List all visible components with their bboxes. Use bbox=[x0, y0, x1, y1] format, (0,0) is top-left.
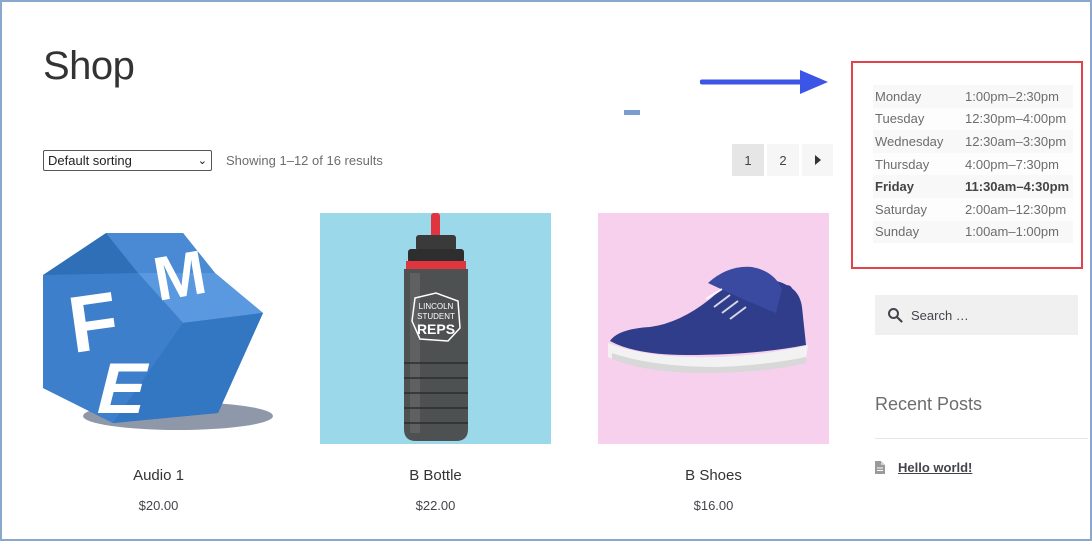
hours-row: Thursday 4:00pm–7:30pm bbox=[873, 152, 1073, 176]
hours-row: Saturday 2:00am–12:30pm bbox=[873, 197, 1073, 221]
product-image-sneaker[interactable] bbox=[598, 213, 829, 444]
recent-post-item: Hello world! bbox=[875, 460, 972, 475]
next-page-button[interactable] bbox=[802, 144, 833, 176]
chevron-right-icon bbox=[814, 155, 821, 165]
product-price: $16.00 bbox=[693, 498, 734, 513]
product-name[interactable]: B Shoes bbox=[598, 467, 829, 484]
search-placeholder: Search … bbox=[911, 307, 969, 323]
hours-time: 2:00am–12:30pm bbox=[963, 197, 1073, 221]
recent-post-link[interactable]: Hello world! bbox=[898, 460, 972, 475]
product-name[interactable]: B Bottle bbox=[320, 467, 551, 484]
hours-day: Wednesday bbox=[873, 130, 963, 153]
product-card[interactable]: B Shoes $16.00 bbox=[598, 213, 829, 513]
hours-day: Thursday bbox=[873, 152, 963, 176]
hours-day: Friday bbox=[873, 175, 963, 198]
sneaker-icon bbox=[608, 266, 808, 373]
document-icon bbox=[875, 461, 885, 474]
product-image-fme-logo[interactable]: F M E bbox=[43, 213, 274, 444]
opening-hours-table: Monday 1:00pm–2:30pm Tuesday 12:30pm–4:00p… bbox=[873, 85, 1073, 244]
hours-day: Tuesday bbox=[873, 107, 963, 131]
hours-row-today: Friday 11:30am–4:30pm bbox=[873, 175, 1073, 198]
result-count: Showing 1–12 of 16 results bbox=[226, 153, 383, 168]
sort-selected-value: Default sorting bbox=[48, 153, 132, 168]
sort-dropdown[interactable]: Default sorting ⌄ bbox=[43, 150, 212, 171]
hours-time: 1:00pm–2:30pm bbox=[963, 85, 1073, 108]
pagination: 1 2 bbox=[732, 144, 833, 176]
svg-text:REPS: REPS bbox=[417, 321, 455, 337]
hours-time: 12:30pm–4:00pm bbox=[963, 107, 1073, 131]
hours-time: 11:30am–4:30pm bbox=[963, 175, 1073, 198]
hours-row: Tuesday 12:30pm–4:00pm bbox=[873, 107, 1073, 131]
hours-row: Wednesday 12:30am–3:30pm bbox=[873, 130, 1073, 153]
page-number-link[interactable]: 2 bbox=[767, 144, 799, 176]
chevron-down-icon: ⌄ bbox=[197, 155, 207, 167]
svg-text:M: M bbox=[148, 238, 211, 315]
hours-row: Monday 1:00pm–2:30pm bbox=[873, 85, 1073, 108]
hours-row: Sunday 1:00am–1:00pm bbox=[873, 220, 1073, 244]
water-bottle-icon: LINCOLN STUDENT REPS bbox=[404, 213, 468, 441]
recent-posts-title: Recent Posts bbox=[875, 394, 983, 414]
product-image-water-bottle[interactable]: LINCOLN STUDENT REPS bbox=[320, 213, 551, 444]
hours-day: Sunday bbox=[873, 220, 963, 244]
svg-text:LINCOLN: LINCOLN bbox=[419, 302, 454, 311]
product-card[interactable]: LINCOLN STUDENT REPS B Bottle $22.00 bbox=[320, 213, 551, 513]
product-name[interactable]: Audio 1 bbox=[43, 467, 274, 484]
hours-day: Monday bbox=[873, 85, 963, 108]
search-icon bbox=[888, 308, 903, 323]
page-number-current: 1 bbox=[732, 144, 764, 176]
hours-time: 12:30am–3:30pm bbox=[963, 130, 1073, 153]
annotation-arrow-icon bbox=[700, 70, 828, 94]
product-price: $20.00 bbox=[138, 498, 179, 513]
page-title: Shop bbox=[43, 44, 135, 88]
divider bbox=[875, 438, 1088, 439]
hours-time: 4:00pm–7:30pm bbox=[963, 152, 1073, 176]
product-card[interactable]: F M E Audio 1 $20.00 bbox=[43, 213, 274, 513]
decorative-dash bbox=[624, 110, 640, 115]
fme-logo-icon: F M E bbox=[43, 233, 273, 430]
product-price: $22.00 bbox=[415, 498, 456, 513]
hours-day: Saturday bbox=[873, 197, 963, 221]
hours-time: 1:00am–1:00pm bbox=[963, 220, 1073, 244]
svg-text:STUDENT: STUDENT bbox=[417, 312, 455, 321]
search-input[interactable]: Search … bbox=[875, 295, 1078, 335]
